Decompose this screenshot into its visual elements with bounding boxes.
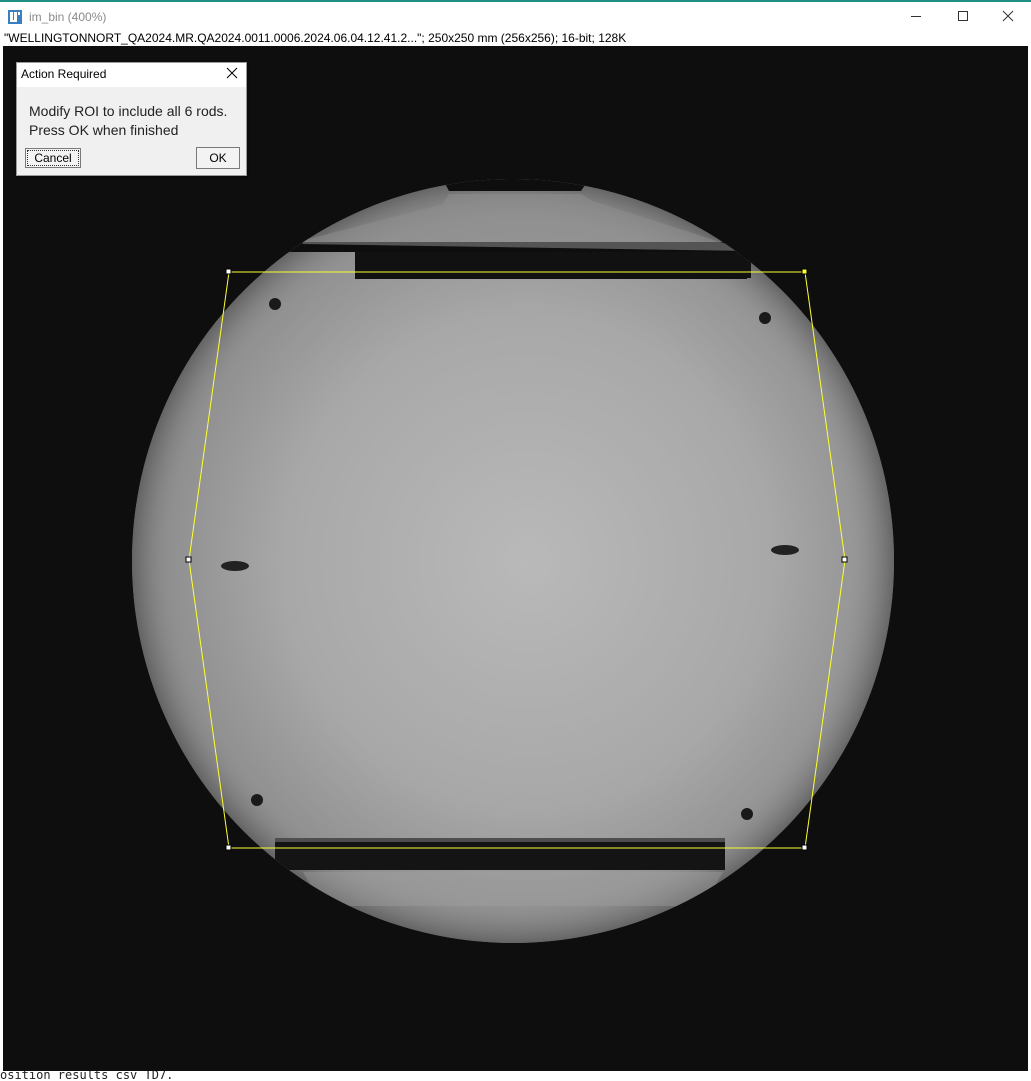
close-icon [226,66,238,84]
rod-1 [269,298,281,310]
rod-2 [759,312,771,324]
console-strip: osition results csv TD7. [0,1071,1031,1081]
title-bar[interactable]: im_bin (400%) [0,2,1031,30]
dialog-message-line-2: Press OK when finished [29,122,179,138]
image-info-line: "WELLINGTONNORT_QA2024.MR.QA2024.0011.00… [4,31,627,45]
cancel-button[interactable]: Cancel [25,148,81,168]
imagej-icon [8,10,22,24]
rod-5 [251,794,263,806]
action-required-dialog[interactable]: Action Required Modify ROI to include al… [16,62,247,176]
rod-6 [741,808,753,820]
dialog-message-line-1: Modify ROI to include all 6 rods. [29,103,228,119]
image-canvas[interactable] [3,46,1028,1071]
maximize-button[interactable] [940,2,986,30]
close-icon [1002,10,1014,22]
minimize-icon [910,10,922,22]
dialog-message: Modify ROI to include all 6 rods. Press … [29,102,227,140]
minimize-button[interactable] [893,2,939,30]
rod-3 [221,561,249,571]
dialog-title: Action Required [21,67,107,81]
mri-phantom-image [132,179,894,943]
maximize-icon [957,10,969,22]
ok-button[interactable]: OK [196,147,240,169]
console-text: osition results csv TD7. [0,1071,174,1081]
window-title: im_bin (400%) [29,10,107,24]
rod-4 [771,545,799,555]
dialog-close-button[interactable] [221,65,243,85]
close-button[interactable] [985,2,1031,30]
